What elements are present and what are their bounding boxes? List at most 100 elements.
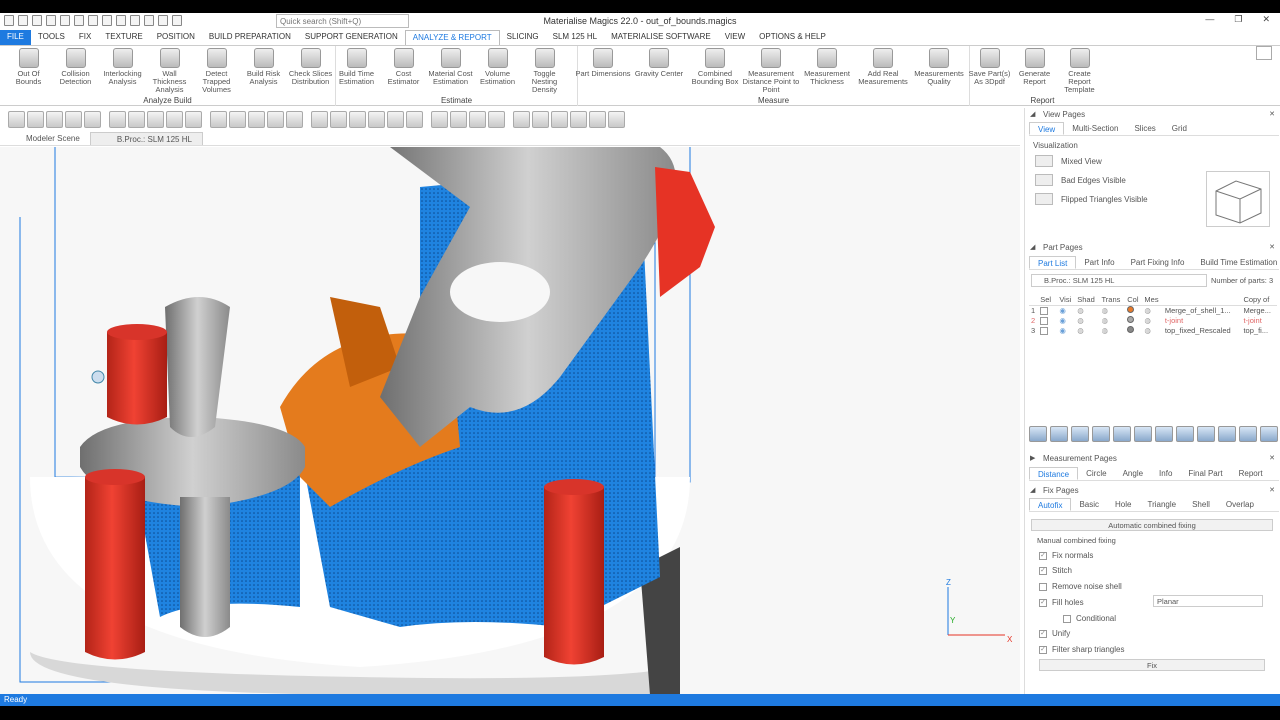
transparency-icon[interactable]: ◍ [1099,316,1125,326]
measurement-distance-point-to-point-button[interactable]: Measurement Distance Point to Point [742,48,800,94]
fix-pages-header[interactable]: ◢ Fix Pages ✕ [1025,484,1280,498]
shell-tool-icon[interactable] [1134,426,1152,442]
view-front-icon[interactable] [311,110,328,128]
tab-build-time-estimation[interactable]: Build Time Estimation [1192,256,1280,269]
expand-icon[interactable]: ▶ [1030,454,1035,462]
color-part-icon[interactable] [1155,426,1173,442]
zoom-out-icon[interactable] [158,15,168,26]
support-tree-icon[interactable] [532,110,549,128]
build-risk-analysis-button[interactable]: Build Risk Analysis [239,48,288,86]
tab-basic[interactable]: Basic [1071,498,1107,511]
unify-checkbox[interactable]: ✓ [1039,629,1047,638]
export-icon[interactable] [88,15,98,26]
view-left-icon[interactable] [349,110,366,128]
tab-part-list[interactable]: Part List [1029,256,1077,269]
fix-normals-checkbox[interactable]: ✓ [1039,551,1047,560]
check-slices-distribution-button[interactable]: Check Slices Distribution [286,48,335,86]
list-icon[interactable] [1260,426,1278,442]
duplicate-icon[interactable] [1050,426,1068,442]
stitch-checkbox[interactable]: ✓ [1039,566,1047,575]
select-checkbox[interactable] [1040,307,1049,316]
close-icon[interactable]: ✕ [1269,454,1275,462]
fix-option-stitch[interactable]: ✓ Stitch [1039,566,1072,575]
fix-option-filter-sharp-triangles[interactable]: ✓ Filter sharp triangles [1039,645,1124,654]
collision-detection-button[interactable]: Collision Detection [51,48,100,86]
detect-trapped-volumes-button[interactable]: Detect Trapped Volumes [192,48,241,94]
select-checkbox[interactable] [1040,327,1049,335]
table-row[interactable]: 3 ◉ ◍ ◍ ◍ top_fixed_Rescaled top_fi... [1029,326,1277,336]
transparency-icon[interactable]: ◍ [1099,326,1125,336]
extrude-icon[interactable] [229,110,246,128]
tab-multi-section[interactable]: Multi-Section [1064,122,1126,135]
save-as-icon[interactable] [60,15,70,26]
color-swatch[interactable] [1125,316,1142,326]
tab-info[interactable]: Info [1151,467,1180,480]
fix-option-conditional[interactable]: Conditional [1063,614,1116,623]
move-icon[interactable] [8,110,25,128]
generate-report-button[interactable]: Generate Report [1011,48,1058,86]
scale-icon[interactable] [46,110,63,128]
tab-build-preparation[interactable]: BUILD PREPARATION [202,30,298,45]
measurements-quality-button[interactable]: Measurements Quality [910,48,968,86]
add-part-icon[interactable] [1029,426,1047,442]
tab-overlap[interactable]: Overlap [1218,498,1262,511]
select-checkbox[interactable] [1038,316,1057,326]
tab-options-help[interactable]: OPTIONS & HELP [752,30,833,45]
platform-select[interactable]: B.Proc.: SLM 125 HL [1031,274,1207,287]
tab-hole[interactable]: Hole [1107,498,1139,511]
tab-circle[interactable]: Circle [1078,467,1114,480]
fill-holes-checkbox[interactable]: ✓ [1039,598,1047,607]
pin-icon[interactable]: ✕ [1269,110,1275,118]
table-row[interactable]: 1 ◉ ◍ ◍ ◍ Merge_of_shell_1... Merge... [1029,306,1277,316]
interlocking-analysis-button[interactable]: Interlocking Analysis [98,48,147,86]
shading-icon[interactable]: ◍ [1075,306,1099,316]
tab-tools[interactable]: TOOLS [31,30,72,45]
support-web-icon[interactable] [488,110,505,128]
volume-estimation-button[interactable]: Volume Estimation [473,48,522,86]
view-bottom-icon[interactable] [406,110,423,128]
conditional-checkbox[interactable] [1063,614,1071,623]
import-icon[interactable] [74,15,84,26]
bad-edges-toggle[interactable]: Bad Edges Visible [1035,174,1126,186]
punch-icon[interactable] [166,110,183,128]
tab-file[interactable]: FILE [0,30,31,45]
search-icon[interactable] [172,15,182,26]
select-icon[interactable] [109,110,126,128]
add-real-measurements-button[interactable]: Add Real Measurements [854,48,912,86]
lasso-icon[interactable] [128,110,145,128]
tab-materialise-software[interactable]: MATERIALISE SOFTWARE [604,30,718,45]
fix-button[interactable]: Fix [1039,659,1265,671]
out-of-bounds-button[interactable]: Out Of Bounds [4,48,53,86]
tab-triangle[interactable]: Triangle [1139,498,1184,511]
automatic-fix-button[interactable]: Automatic combined fixing [1031,519,1273,531]
tab-analyze-report[interactable]: ANALYZE & REPORT [404,30,500,45]
mixed-view-toggle[interactable]: Mixed View [1035,155,1102,167]
tab-build-platform[interactable]: B.Proc.: SLM 125 HL [89,132,203,145]
tab-slm-125-hl[interactable]: SLM 125 HL [546,30,604,45]
collapse-icon[interactable]: ◢ [1030,243,1035,251]
tab-fix[interactable]: FIX [72,30,98,45]
view-back-icon[interactable] [330,110,347,128]
fix-option-fill-holes[interactable]: ✓ Fill holes [1039,598,1084,607]
visibility-icon[interactable]: ◉ [1057,306,1075,316]
mirror-icon[interactable] [65,110,82,128]
combined-bounding-box-button[interactable]: Combined Bounding Box [686,48,744,86]
tab-position[interactable]: POSITION [150,30,202,45]
tab-modeler-scene[interactable]: Modeler Scene [0,132,90,145]
support-point-icon[interactable] [431,110,448,128]
flipped-triangles-toggle[interactable]: Flipped Triangles Visible [1035,193,1148,205]
pin-icon[interactable]: ✕ [1269,486,1275,494]
fix-option-remove-noise-shell[interactable]: Remove noise shell [1039,582,1122,591]
tab-shell[interactable]: Shell [1184,498,1218,511]
mesh-icon[interactable]: ◍ [1142,316,1162,326]
support-contour-icon[interactable] [570,110,587,128]
label-icon[interactable] [1176,426,1194,442]
save-part-s-as-3dpdf-button[interactable]: Save Part(s) As 3Dpdf [966,48,1013,86]
zoom-icon[interactable] [130,15,140,26]
measurement-pages-header[interactable]: ▶ Measurement Pages ✕ [1025,452,1280,466]
rotate-icon[interactable] [27,110,44,128]
build-scene[interactable]: Z Y X [0,147,1020,695]
visibility-icon[interactable]: ◉ [1057,326,1075,336]
report-part-icon[interactable] [1218,426,1236,442]
tab-grid[interactable]: Grid [1164,122,1195,135]
